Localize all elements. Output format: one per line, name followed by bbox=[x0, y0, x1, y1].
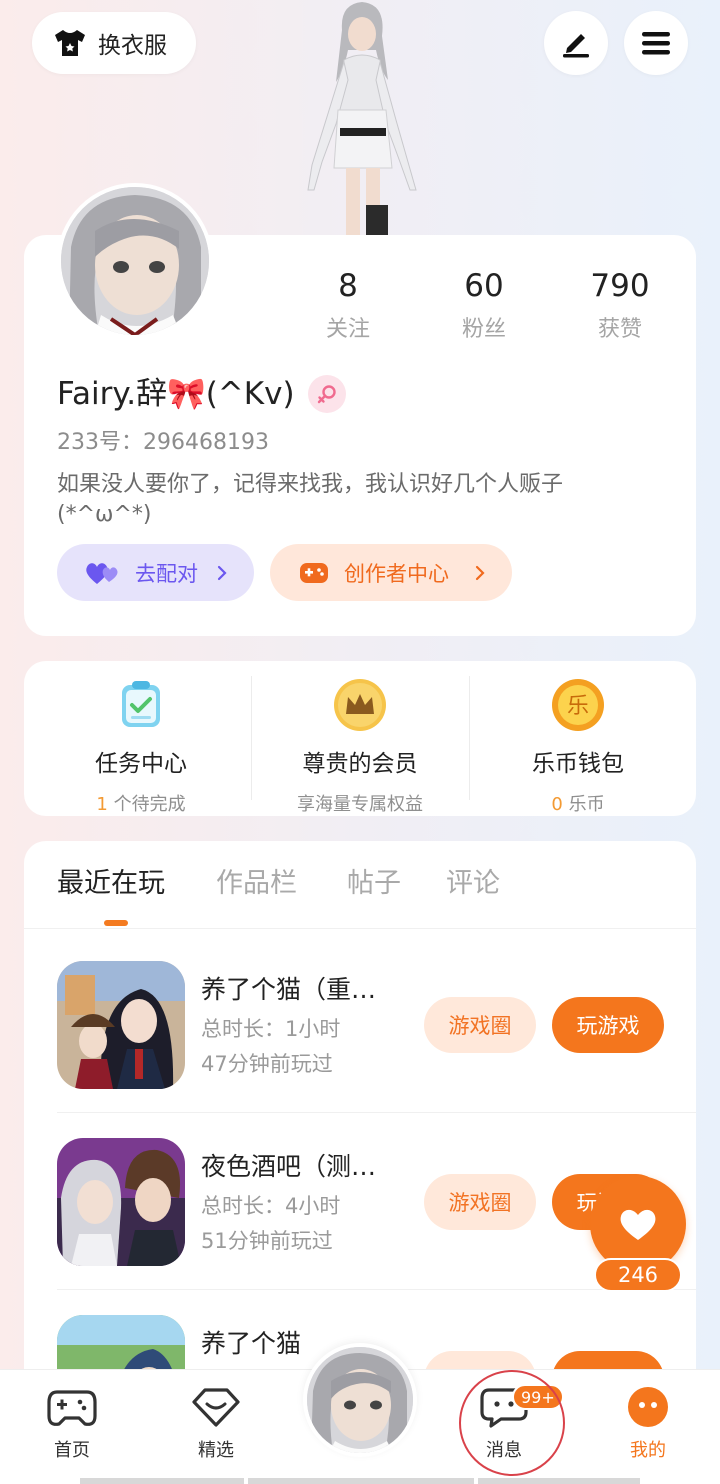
following-count: 8 bbox=[338, 268, 358, 304]
home-indicator bbox=[248, 1478, 474, 1484]
chevron-right-icon bbox=[475, 565, 485, 580]
match-label: 去配对 bbox=[135, 561, 198, 586]
following-label: 关注 bbox=[325, 317, 370, 342]
game-title[interactable]: 养了个猫 bbox=[201, 1327, 301, 1361]
game-circle-button[interactable]: 游戏圈 bbox=[424, 1174, 536, 1230]
like-count: 246 bbox=[594, 1258, 682, 1292]
edit-profile-button[interactable] bbox=[544, 11, 608, 75]
likes-count: 790 bbox=[590, 268, 650, 304]
gamepad-icon bbox=[47, 1390, 97, 1426]
hearts-icon bbox=[86, 562, 118, 584]
nav-mine[interactable]: 我的 bbox=[598, 1386, 698, 1462]
hamburger-menu-icon bbox=[642, 32, 670, 55]
game-thumbnail[interactable] bbox=[57, 1138, 185, 1266]
match-button[interactable]: 去配对 bbox=[57, 544, 254, 601]
svg-text:乐: 乐 bbox=[567, 694, 589, 719]
divider bbox=[57, 1112, 696, 1113]
tab-comments[interactable]: 评论 bbox=[446, 864, 500, 904]
game-circle-button[interactable]: 游戏圈 bbox=[424, 997, 536, 1053]
highlight-ring bbox=[459, 1370, 565, 1476]
pending-count: 1 bbox=[96, 794, 108, 815]
heart-diamond-icon bbox=[192, 1388, 240, 1427]
stat-likes[interactable]: 790 获赞 bbox=[565, 267, 675, 343]
stat-following[interactable]: 8 关注 bbox=[293, 267, 403, 343]
game-last-played: 51分钟前玩过 bbox=[201, 1229, 333, 1253]
pen-icon bbox=[563, 34, 589, 58]
coin-icon: 乐 bbox=[551, 678, 605, 732]
wallet-title: 乐币钱包 bbox=[532, 751, 624, 777]
coin-unit: 乐币 bbox=[562, 794, 605, 815]
game-last-played: 47分钟前玩过 bbox=[201, 1052, 333, 1076]
home-indicator bbox=[478, 1478, 640, 1484]
gamepad-icon bbox=[300, 562, 328, 583]
game-duration: 总时长：4小时 bbox=[201, 1194, 341, 1218]
creator-center-button[interactable]: 创作者中心 bbox=[270, 544, 512, 601]
menu-button[interactable] bbox=[624, 11, 688, 75]
profile-avatar[interactable] bbox=[57, 183, 213, 339]
tshirt-icon bbox=[55, 30, 85, 56]
nav-home-label: 首页 bbox=[54, 1440, 90, 1461]
home-indicator bbox=[80, 1478, 244, 1484]
wallet-item[interactable]: 乐 乐币钱包 0 乐币 bbox=[469, 678, 687, 816]
tab-works[interactable]: 作品栏 bbox=[216, 864, 297, 904]
game-duration: 总时长：1小时 bbox=[201, 1017, 341, 1041]
chevron-right-icon bbox=[217, 565, 227, 580]
user-id: 233号：296468193 bbox=[57, 430, 269, 455]
user-bio: 如果没人要你了，记得来找我，我认识好几个人贩子(*^ω^*) bbox=[57, 472, 564, 527]
change-outfit-button[interactable]: 换衣服 bbox=[32, 12, 196, 74]
game-thumbnail[interactable] bbox=[57, 961, 185, 1089]
crown-icon bbox=[333, 678, 387, 732]
female-gender-icon bbox=[308, 375, 346, 413]
divider bbox=[24, 928, 696, 929]
nav-avatar[interactable] bbox=[303, 1343, 417, 1457]
vip-member-item[interactable]: 尊贵的会员 享海量专属权益 bbox=[251, 678, 469, 816]
profile-face-icon bbox=[628, 1387, 668, 1427]
tab-indicator bbox=[104, 920, 128, 926]
task-center-item[interactable]: 任务中心 1 个待完成 bbox=[32, 678, 250, 816]
clipboard-check-icon bbox=[114, 678, 168, 732]
username: Fairy.辞🎀(^Kv) bbox=[57, 376, 295, 412]
nav-mine-label: 我的 bbox=[630, 1440, 666, 1461]
vip-member-title: 尊贵的会员 bbox=[302, 751, 418, 777]
followers-label: 粉丝 bbox=[461, 317, 506, 342]
heart-icon bbox=[620, 1209, 656, 1240]
stat-followers[interactable]: 60 粉丝 bbox=[429, 267, 539, 343]
tab-recently-played[interactable]: 最近在玩 bbox=[57, 864, 165, 904]
task-center-title: 任务中心 bbox=[95, 751, 187, 777]
vip-member-subtitle: 享海量专属权益 bbox=[297, 794, 423, 815]
creator-center-label: 创作者中心 bbox=[344, 561, 449, 586]
nav-home[interactable]: 首页 bbox=[22, 1386, 122, 1462]
character-avatar-fullbody[interactable] bbox=[290, 0, 430, 236]
coin-balance: 0 bbox=[551, 794, 563, 815]
game-title[interactable]: 夜色酒吧（测… bbox=[201, 1150, 376, 1184]
nav-featured-label: 精选 bbox=[198, 1440, 234, 1461]
nav-featured[interactable]: 精选 bbox=[166, 1386, 266, 1462]
game-title[interactable]: 养了个猫（重… bbox=[201, 973, 376, 1007]
tab-posts[interactable]: 帖子 bbox=[347, 864, 401, 904]
likes-label: 获赞 bbox=[597, 317, 642, 342]
divider bbox=[57, 1289, 696, 1290]
followers-count: 60 bbox=[464, 268, 504, 304]
change-outfit-label: 换衣服 bbox=[98, 33, 167, 59]
pending-label: 个待完成 bbox=[107, 794, 186, 815]
play-game-button[interactable]: 玩游戏 bbox=[552, 997, 664, 1053]
